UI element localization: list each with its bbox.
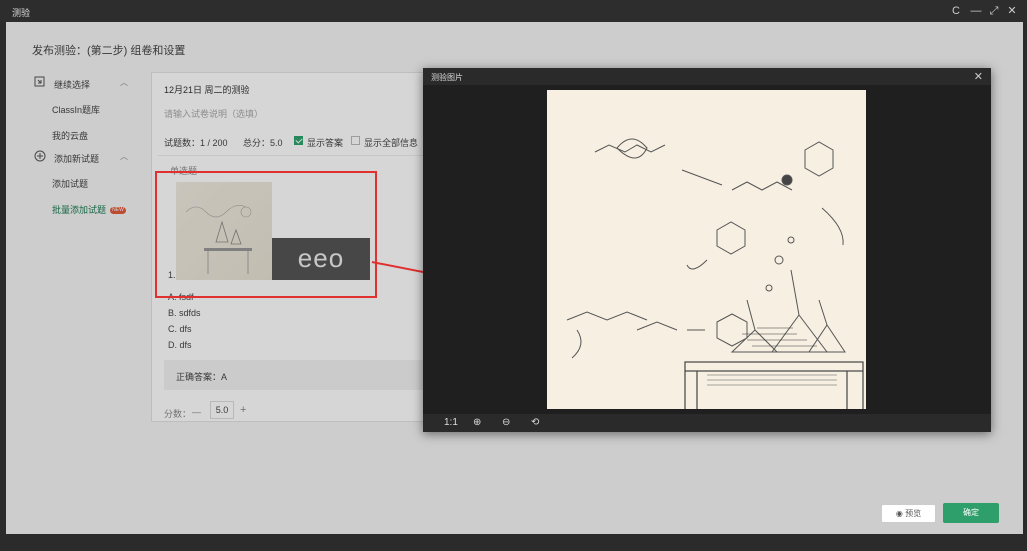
highlight-box: [155, 171, 377, 298]
eye-icon: ◉: [895, 509, 903, 518]
minimize-icon[interactable]: —: [968, 3, 984, 19]
zoom-in-icon[interactable]: ⊕: [473, 417, 481, 428]
viewer-toolbar: 1:1 ⊕ ⊖ ⟲: [423, 414, 991, 432]
maximize-icon[interactable]: ⤢: [986, 3, 1002, 19]
actual-size-button[interactable]: 1:1: [444, 417, 458, 428]
preview-label: 预览: [905, 509, 922, 518]
preview-button[interactable]: ◉ 预览: [881, 504, 936, 523]
viewer-title: 测验图片: [431, 73, 463, 82]
close-icon[interactable]: ✕: [1004, 3, 1020, 19]
confirm-button[interactable]: 确定: [943, 503, 999, 523]
viewer-header: 测验图片 ✕: [423, 68, 991, 85]
window-titlebar: 测验 C — ⤢ ✕: [0, 0, 1027, 22]
refresh-icon[interactable]: C: [948, 3, 964, 19]
bottom-bar: [0, 534, 1027, 551]
image-viewer-dialog: 测验图片 ✕ 1:1 ⊕ ⊖ ⟲: [423, 68, 991, 432]
rotate-icon[interactable]: ⟲: [531, 417, 539, 428]
close-icon[interactable]: ✕: [974, 70, 983, 83]
window-title: 测验: [12, 8, 31, 18]
zoom-out-icon[interactable]: ⊖: [502, 417, 510, 428]
viewer-image: [547, 90, 866, 409]
